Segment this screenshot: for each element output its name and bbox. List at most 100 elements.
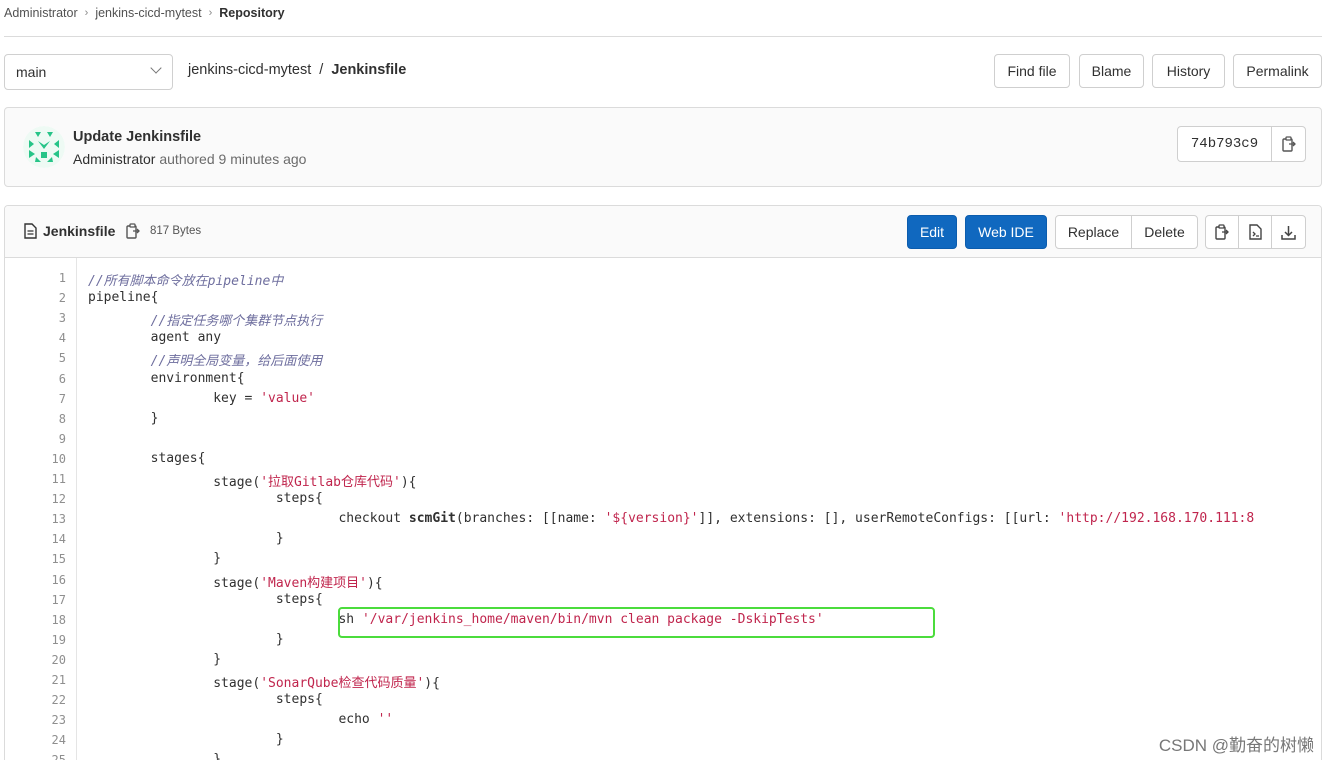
code-line: } <box>88 652 221 667</box>
breadcrumb-item-project[interactable]: jenkins-cicd-mytest <box>95 6 201 20</box>
commit-meta: Administrator authored 9 minutes ago <box>73 151 306 167</box>
divider <box>4 36 1322 37</box>
path-separator: / <box>319 62 324 78</box>
line-number[interactable]: 1 <box>26 271 66 285</box>
code-token: 'Maven构建项目' <box>260 575 367 591</box>
code-viewer[interactable]: 1234567891011121314151617181920212223242… <box>5 258 1321 760</box>
line-number[interactable]: 8 <box>26 412 66 426</box>
line-number[interactable]: 11 <box>26 472 66 486</box>
line-number[interactable]: 6 <box>26 372 66 386</box>
code-token: checkout <box>88 511 409 527</box>
find-file-button[interactable]: Find file <box>994 54 1070 88</box>
copy-path-icon[interactable] <box>126 223 140 239</box>
code-token: ){ <box>366 575 383 591</box>
chevron-right-icon: › <box>84 7 89 19</box>
code-token: agent any <box>88 330 222 346</box>
code-line: stage('Maven构建项目'){ <box>88 572 383 591</box>
code-token: ){ <box>400 475 417 490</box>
commit-sha-group: 74b793c9 <box>1177 126 1306 162</box>
web-ide-button[interactable]: Web IDE <box>965 215 1047 249</box>
copy-icon <box>1281 136 1296 152</box>
open-raw-icon <box>1248 224 1262 240</box>
code-line: steps{ <box>88 592 323 607</box>
code-token: } <box>88 752 222 760</box>
line-number[interactable]: 20 <box>26 653 66 667</box>
code-token: } <box>88 631 284 647</box>
line-number[interactable]: 7 <box>26 392 66 406</box>
copy-contents-icon <box>1215 224 1229 240</box>
code-line: } <box>88 551 221 566</box>
code-token: stage( <box>88 475 261 490</box>
commit-title[interactable]: Update Jenkinsfile <box>73 129 201 145</box>
code-line: agent any <box>88 330 221 345</box>
line-number[interactable]: 21 <box>26 673 66 687</box>
line-number[interactable]: 23 <box>26 713 66 727</box>
open-raw-button[interactable] <box>1239 216 1272 248</box>
code-line: //声明全局变量，给后面使用 <box>88 350 323 369</box>
path-project-link[interactable]: jenkins-cicd-mytest <box>188 62 311 78</box>
blame-button[interactable]: Blame <box>1079 54 1144 88</box>
code-token: 'http://192.168.170.111:8 <box>1058 511 1255 527</box>
delete-button[interactable]: Delete <box>1131 215 1198 249</box>
edit-button[interactable]: Edit <box>907 215 957 249</box>
code-token: 'SonarQube检查代码质量' <box>260 676 425 691</box>
code-token: steps{ <box>88 692 323 708</box>
file-icon-buttons <box>1205 215 1306 249</box>
code-token: steps{ <box>88 491 323 507</box>
last-commit-panel: Update Jenkinsfile Administrator authore… <box>4 107 1322 187</box>
code-token: (branches: [[name: <box>455 511 605 527</box>
code-line: checkout scmGit(branches: [[name: '${ver… <box>88 511 1254 526</box>
line-number[interactable]: 4 <box>26 331 66 345</box>
line-number[interactable]: 19 <box>26 633 66 647</box>
line-number[interactable]: 5 <box>26 351 66 365</box>
replace-button[interactable]: Replace <box>1055 215 1132 249</box>
file-name: Jenkinsfile <box>43 223 116 239</box>
code-token: key = <box>88 390 261 406</box>
line-number[interactable]: 24 <box>26 733 66 747</box>
line-number[interactable]: 17 <box>26 593 66 607</box>
code-token: sh <box>88 611 362 627</box>
line-number[interactable]: 16 <box>26 573 66 587</box>
commit-author[interactable]: Administrator <box>73 151 155 167</box>
code-line: stage('SonarQube检查代码质量'){ <box>88 672 440 691</box>
copy-contents-button[interactable] <box>1206 216 1239 248</box>
code-line: } <box>88 732 284 747</box>
download-button[interactable] <box>1272 216 1305 248</box>
line-number[interactable]: 22 <box>26 693 66 707</box>
permalink-button[interactable]: Permalink <box>1233 54 1322 88</box>
code-token: '' <box>377 712 394 728</box>
download-icon <box>1281 225 1296 240</box>
code-token: 'value' <box>260 390 315 406</box>
code-line: } <box>88 632 284 647</box>
commit-sha[interactable]: 74b793c9 <box>1178 127 1272 161</box>
breadcrumb-item-user[interactable]: Administrator <box>4 6 78 20</box>
watermark: CSDN @勤奋的树懒 <box>1158 736 1314 755</box>
code-token: ]], extensions: [], userRemoteConfigs: [… <box>698 511 1059 527</box>
branch-dropdown[interactable]: main <box>4 54 173 90</box>
branch-name: main <box>16 64 47 80</box>
code-line: } <box>88 752 221 760</box>
line-number[interactable]: 3 <box>26 311 66 325</box>
line-number[interactable]: 25 <box>26 753 66 760</box>
code-line: //所有脚本命令放在pipeline中 <box>88 270 283 289</box>
line-number[interactable]: 2 <box>26 291 66 305</box>
line-number[interactable]: 18 <box>26 613 66 627</box>
avatar[interactable] <box>23 126 65 168</box>
line-number[interactable]: 14 <box>26 532 66 546</box>
breadcrumb-item-current[interactable]: Repository <box>219 6 284 20</box>
history-button[interactable]: History <box>1152 54 1225 88</box>
code-token: } <box>88 551 222 567</box>
code-line: stage('拉取Gitlab仓库代码'){ <box>88 471 416 490</box>
line-number[interactable]: 15 <box>26 552 66 566</box>
line-number[interactable]: 13 <box>26 512 66 526</box>
code-token: } <box>88 732 284 748</box>
line-number[interactable]: 9 <box>26 432 66 446</box>
code-line: steps{ <box>88 491 323 506</box>
code-token: stage( <box>88 575 261 591</box>
code-token: stage( <box>88 676 261 691</box>
copy-sha-button[interactable] <box>1272 127 1305 161</box>
line-number[interactable]: 10 <box>26 452 66 466</box>
line-number[interactable]: 12 <box>26 492 66 506</box>
